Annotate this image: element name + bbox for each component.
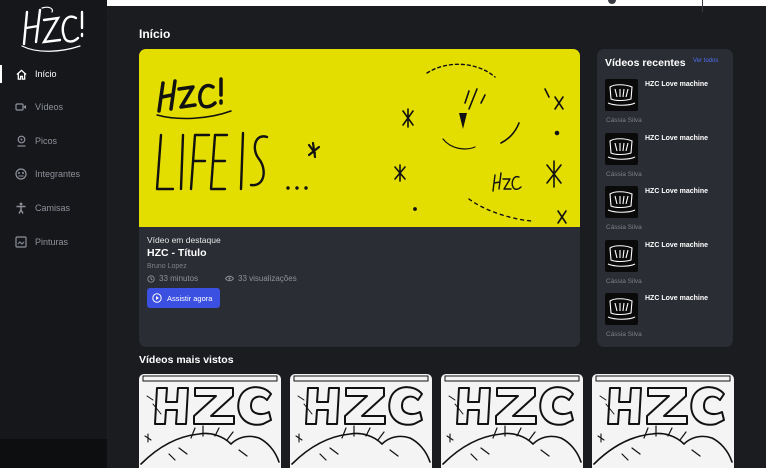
sidebar-footer [0, 439, 107, 468]
watch-now-button[interactable]: Assistir agora [147, 288, 220, 308]
most-viewed-card[interactable] [441, 374, 583, 468]
recent-video-author: Cássia Silva [606, 331, 642, 338]
clock-icon [147, 274, 155, 283]
most-viewed-card[interactable] [592, 374, 734, 468]
sidebar-item-picos[interactable]: Picos [0, 128, 107, 154]
page-title: Início [139, 27, 171, 41]
top-bar-divider [702, 0, 703, 12]
recent-video-author: Cássia Silva [606, 224, 642, 231]
sidebar-item-label: Integrantes [35, 169, 81, 179]
recent-video-thumbnail[interactable] [605, 293, 638, 325]
sidebar-item-pinturas[interactable]: Pinturas [0, 229, 107, 255]
sidebar-item-label: Início [35, 69, 57, 79]
recent-video-author: Cássia Silva [606, 277, 642, 285]
recent-video-item[interactable]: HZC Love machine Cássia Silva [605, 293, 729, 345]
recent-video-thumbnail[interactable] [605, 186, 638, 218]
sidebar-item-label: Pinturas [35, 237, 69, 247]
sidebar-item-videos[interactable]: Vídeos [0, 94, 107, 120]
sidebar-item-label: Camisas [35, 203, 71, 213]
featured-label: Vídeo em destaque [147, 235, 221, 245]
recent-video-item[interactable]: HZC Love machine Cássia Silva [605, 132, 729, 185]
see-all-link[interactable]: Ver todos [693, 58, 718, 64]
eye-icon [225, 275, 234, 282]
recent-video-item[interactable]: HZC Love machine Cássia Silva [605, 186, 729, 238]
sidebar: Início Vídeos Picos Integrantes Camisas … [0, 0, 108, 439]
sidebar-item-integrantes[interactable]: Integrantes [0, 161, 107, 187]
recent-video-item[interactable]: HZC Love machine Cássia Silva [605, 239, 729, 292]
recent-video-author: Cássia Silva [606, 170, 642, 178]
recent-video-title[interactable]: HZC Love machine [645, 295, 708, 302]
watch-now-label: Assistir agora [167, 293, 213, 303]
featured-views-text: 33 visualizações [238, 274, 297, 283]
most-viewed-title: Vídeos mais vistos [139, 354, 234, 366]
map-pin-icon [15, 135, 27, 147]
recent-video-title[interactable]: HZC Love machine [645, 242, 708, 249]
home-icon [15, 68, 27, 80]
sidebar-item-camisas[interactable]: Camisas [0, 195, 107, 221]
recent-video-thumbnail[interactable] [605, 79, 638, 111]
recent-video-title[interactable]: HZC Love machine [645, 135, 708, 142]
recent-video-item[interactable]: HZC Love machine Cássia Silva [605, 79, 729, 131]
most-viewed-card[interactable] [290, 374, 432, 468]
recent-videos-title: Vídeos recentes [605, 57, 686, 69]
most-viewed-card[interactable] [139, 374, 281, 468]
featured-duration: 33 minutos [147, 274, 198, 283]
featured-author: Bruno Lopez [147, 263, 187, 270]
hzc-logo[interactable] [18, 6, 88, 54]
featured-views: 33 visualizações [225, 274, 297, 283]
featured-title[interactable]: HZC - Título [147, 247, 206, 259]
featured-thumbnail[interactable] [139, 49, 580, 227]
recent-video-thumbnail[interactable] [605, 132, 638, 165]
featured-duration-text: 33 minutos [159, 274, 199, 283]
top-bar-strip [107, 0, 766, 6]
recent-video-author: Cássia Silva [606, 117, 642, 124]
sidebar-item-inicio[interactable]: Início [0, 61, 107, 87]
recent-video-title[interactable]: HZC Love machine [645, 81, 708, 88]
group-icon [15, 168, 27, 180]
sidebar-item-label: Vídeos [35, 102, 64, 112]
sidebar-item-label: Picos [35, 136, 58, 146]
recent-video-title[interactable]: HZC Love machine [645, 188, 708, 195]
recent-video-thumbnail[interactable] [605, 239, 638, 272]
video-icon [15, 101, 27, 113]
recent-videos-panel: Vídeos recentes Ver todos HZC Love machi… [597, 49, 733, 347]
featured-video-card[interactable]: Vídeo em destaque HZC - Título Bruno Lop… [139, 49, 580, 347]
image-icon [15, 236, 27, 248]
person-icon [15, 202, 27, 214]
play-circle-icon [152, 293, 162, 303]
